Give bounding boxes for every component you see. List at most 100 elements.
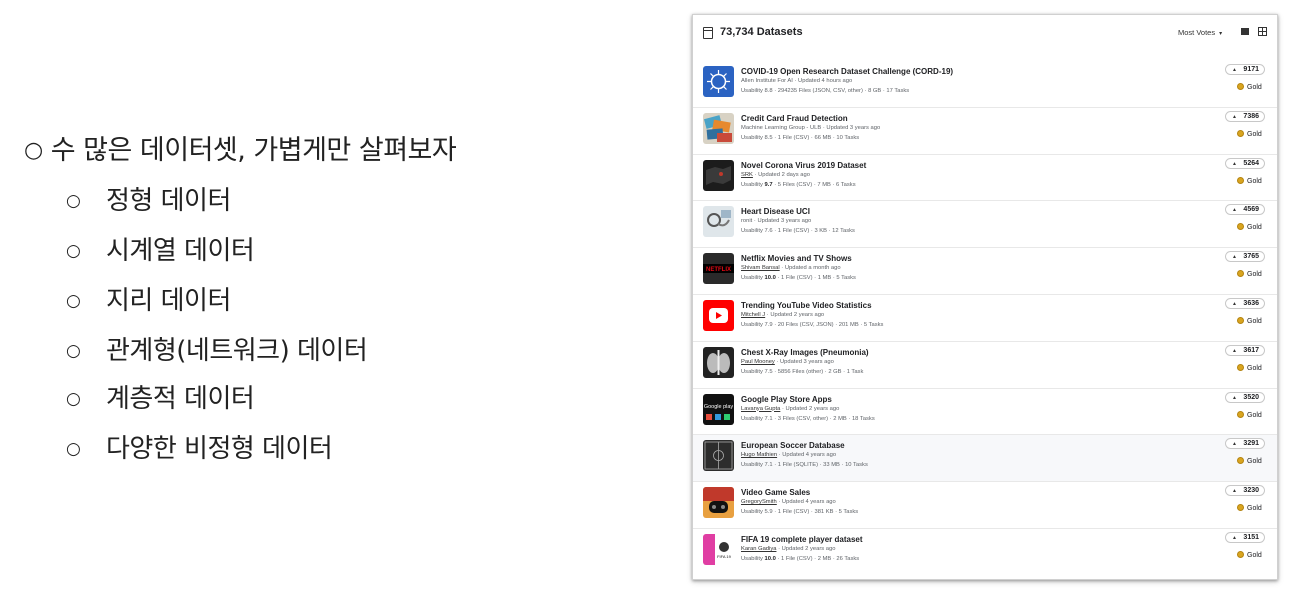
dataset-row[interactable]: Video Game Sales GregorySmith · Updated … — [693, 482, 1277, 529]
medal-badge: Gold — [1237, 270, 1262, 278]
dataset-row[interactable]: European Soccer Database Hugo Mathien · … — [693, 435, 1277, 483]
youtube-thumbnail[interactable] — [703, 299, 734, 331]
gplay-thumbnail[interactable]: Google play — [703, 393, 734, 425]
updated-text: Updated 2 years ago — [770, 311, 825, 318]
sort-label: Most Votes — [1178, 28, 1216, 37]
upvote-button[interactable]: ▲ 9171 — [1225, 64, 1265, 75]
upvote-button[interactable]: ▲ 3520 — [1225, 391, 1265, 403]
upvote-button[interactable]: ▲ 3636 — [1225, 297, 1265, 309]
dataset-details-line: Usability 7.6 · 1 File (CSV) · 3 KB · 12… — [741, 226, 1161, 236]
usability-score: 7.5 — [764, 368, 773, 375]
gold-medal-icon — [1237, 363, 1244, 371]
upvote-button[interactable]: ▲ 7386 — [1225, 110, 1265, 122]
list-view-icon[interactable] — [1241, 28, 1249, 35]
owner-link[interactable]: Shivam Bansal — [741, 265, 780, 271]
bullet-marker: ○ — [66, 389, 81, 409]
datasets-count-title: 73,734 Datasets — [720, 26, 803, 38]
files-details: 294235 Files (JSON, CSV, other) · 8 GB ·… — [777, 88, 910, 94]
dataset-row[interactable]: FIFA 19 FIFA 19 complete player dataset … — [693, 529, 1277, 576]
dataset-row[interactable]: Google play Google Play Store Apps Lavan… — [693, 389, 1277, 436]
heart-thumbnail[interactable] — [703, 206, 734, 238]
dataset-title-link[interactable]: COVID-19 Open Research Dataset Challenge… — [741, 66, 1161, 77]
sub-bullet: ○ 다양한 비정형 데이터 — [66, 428, 333, 465]
upvote-button[interactable]: ▲ 4569 — [1225, 204, 1265, 216]
owner-link[interactable]: SRK — [741, 172, 753, 178]
usability-label: Usability — [741, 368, 763, 375]
bullet-marker: ○ — [66, 291, 81, 311]
fifa-thumbnail[interactable]: FIFA 19 — [703, 533, 734, 565]
dataset-owner-line: Hugo Mathien · Updated 4 years ago — [741, 451, 1161, 460]
game-thumbnail[interactable] — [703, 487, 734, 519]
dataset-row[interactable]: Credit Card Fraud Detection Machine Lear… — [693, 108, 1277, 155]
gold-medal-icon — [1237, 129, 1244, 137]
dataset-details-line: Usability 8.5 · 1 File (CSV) · 66 MB · 1… — [741, 133, 1161, 143]
medal-label: Gold — [1247, 411, 1262, 419]
usability-score: 5.9 — [764, 509, 773, 516]
upvote-button[interactable]: ▲ 3151 — [1225, 531, 1265, 543]
dataset-info: Heart Disease UCI ronit · Updated 3 year… — [741, 206, 1161, 236]
owner-link[interactable]: Paul Mooney — [741, 359, 775, 365]
dataset-owner-line: Shivam Bansal · Updated a month ago — [741, 264, 1161, 273]
dataset-title-link[interactable]: Novel Corona Virus 2019 Dataset — [741, 160, 1161, 171]
updated-text: Updated 3 years ago — [757, 218, 812, 225]
dataset-title-link[interactable]: Credit Card Fraud Detection — [741, 113, 1161, 124]
usability-score: 7.9 — [764, 321, 773, 328]
covid-thumbnail[interactable] — [703, 66, 734, 97]
dataset-title-link[interactable]: Trending YouTube Video Statistics — [741, 300, 1161, 311]
updated-text: Updated 4 years ago — [782, 452, 837, 459]
svg-text:FIFA 19: FIFA 19 — [717, 554, 732, 559]
dataset-row[interactable]: COVID-19 Open Research Dataset Challenge… — [693, 61, 1277, 108]
usability-score: 8.8 — [764, 88, 773, 94]
soccer-thumbnail[interactable] — [703, 440, 734, 472]
owner-link[interactable]: Allen Institute For AI — [741, 78, 793, 84]
vote-count: 5264 — [1243, 159, 1259, 167]
upvote-button[interactable]: ▲ 3230 — [1225, 485, 1265, 497]
map-thumbnail[interactable] — [703, 159, 734, 191]
bullet-marker: ○ — [24, 138, 43, 163]
dataset-row[interactable]: Trending YouTube Video Statistics Mitche… — [693, 295, 1277, 342]
dataset-info: Video Game Sales GregorySmith · Updated … — [741, 487, 1161, 517]
vote-count: 3617 — [1243, 346, 1259, 354]
dataset-title-link[interactable]: Google Play Store Apps — [741, 394, 1161, 405]
xray-thumbnail[interactable] — [703, 346, 734, 378]
dataset-owner-line: Allen Institute For AI · Updated 4 hours… — [741, 77, 1161, 86]
upvote-arrow-icon: ▲ — [1232, 441, 1237, 448]
usability-score: 7.1 — [764, 462, 773, 469]
dataset-row[interactable]: Heart Disease UCI ronit · Updated 3 year… — [693, 201, 1277, 249]
dataset-title-link[interactable]: Chest X-Ray Images (Pneumonia) — [741, 347, 1161, 358]
usability-score: 10.0 — [764, 275, 776, 282]
dataset-details-line: Usability 10.0 · 1 File (CSV) · 2 MB · 2… — [741, 554, 1161, 564]
dataset-row[interactable]: Chest X-Ray Images (Pneumonia) Paul Moon… — [693, 342, 1277, 389]
dataset-title-link[interactable]: European Soccer Database — [741, 440, 1161, 451]
cards-thumbnail[interactable] — [703, 112, 734, 144]
owner-link[interactable]: GregorySmith — [741, 499, 777, 505]
medal-label: Gold — [1247, 130, 1262, 138]
slide-bullets: ○ 수 많은 데이터셋, 가볍게만 살펴보자 ○ 정형 데이터 ○ 시계열 데이터 ○… — [0, 0, 690, 595]
netflix-thumbnail[interactable]: NETFLIX — [703, 253, 734, 285]
dataset-row[interactable]: Novel Corona Virus 2019 Dataset SRK · Up… — [693, 155, 1277, 202]
svg-text:NETFLIX: NETFLIX — [706, 267, 731, 273]
owner-link[interactable]: Karan Gadiya — [741, 546, 776, 552]
upvote-button[interactable]: ▲ 5264 — [1225, 157, 1265, 169]
dataset-title-link[interactable]: Video Game Sales — [741, 487, 1161, 498]
owner-link[interactable]: Lavanya Gupta — [741, 406, 780, 412]
upvote-button[interactable]: ▲ 3291 — [1225, 438, 1265, 450]
grid-view-icon[interactable] — [1258, 27, 1267, 36]
sub-bullet: ○ 관계형(네트워크) 데이터 — [66, 330, 368, 367]
owner-link[interactable]: Mitchell J — [741, 312, 765, 318]
upvote-button[interactable]: ▲ 3617 — [1225, 344, 1265, 356]
owner-link[interactable]: Hugo Mathien — [741, 452, 777, 458]
medal-badge: Gold — [1237, 129, 1262, 138]
owner-link[interactable]: Machine Learning Group - ULB — [741, 125, 821, 131]
dataset-info: COVID-19 Open Research Dataset Challenge… — [741, 66, 1161, 96]
dataset-info: FIFA 19 complete player dataset Karan Ga… — [741, 534, 1161, 564]
dataset-title-link[interactable]: Heart Disease UCI — [741, 206, 1161, 217]
dataset-row[interactable]: NETFLIX Netflix Movies and TV Shows Shiv… — [693, 248, 1277, 295]
dataset-title-link[interactable]: Netflix Movies and TV Shows — [741, 253, 1161, 264]
dataset-title-link[interactable]: FIFA 19 complete player dataset — [741, 534, 1161, 545]
sort-dropdown[interactable]: Most Votes ▾ — [1178, 28, 1222, 37]
upvote-arrow-icon: ▲ — [1232, 394, 1237, 401]
gold-medal-icon — [1237, 270, 1244, 278]
owner-link[interactable]: ronit — [741, 218, 752, 224]
upvote-button[interactable]: ▲ 3765 — [1225, 251, 1265, 263]
